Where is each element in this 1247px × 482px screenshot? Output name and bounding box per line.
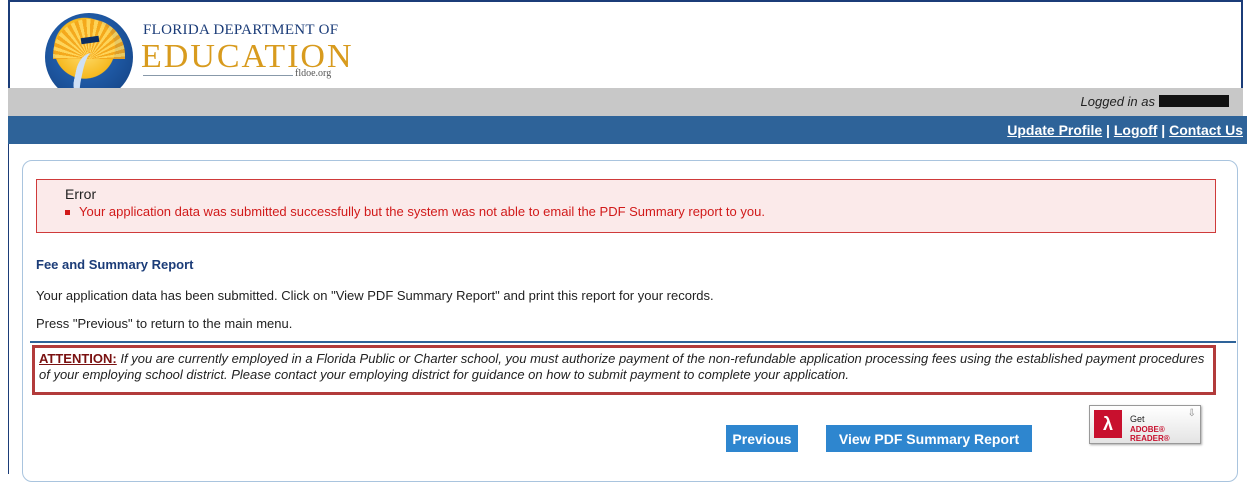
error-box: Error Your application data was submitte…	[36, 179, 1216, 233]
adobe-pdf-icon: λ	[1094, 410, 1122, 438]
attention-label: ATTENTION:	[39, 351, 117, 366]
nav-bar: Update Profile | Logoff | Contact Us	[8, 116, 1247, 144]
attention-text: If you are currently employed in a Flori…	[39, 351, 1205, 382]
previous-instructions-text: Press "Previous" to return to the main m…	[36, 316, 293, 331]
adobe-get-label: Get	[1130, 414, 1145, 424]
view-pdf-summary-button[interactable]: View PDF Summary Report	[826, 425, 1032, 452]
get-adobe-reader-badge[interactable]: λ Get ADOBE® READER® ⇩	[1089, 405, 1201, 444]
previous-button[interactable]: Previous	[726, 425, 798, 452]
instructions-text: Your application data has been submitted…	[36, 288, 714, 303]
section-title: Fee and Summary Report	[36, 257, 194, 272]
logo-title-line1: FLORIDA DEPARTMENT OF	[143, 22, 339, 38]
logged-in-label: Logged in as	[1080, 94, 1155, 109]
logoff-link[interactable]: Logoff	[1114, 122, 1158, 138]
update-profile-link[interactable]: Update Profile	[1007, 122, 1102, 138]
download-arrow-icon: ⇩	[1187, 408, 1196, 419]
nav-separator: |	[1102, 122, 1114, 138]
logged-in-status: Logged in as	[1081, 94, 1229, 109]
error-message: Your application data was submitted succ…	[65, 204, 765, 219]
logo-divider	[143, 75, 293, 76]
user-bar: Logged in as	[8, 88, 1243, 116]
logo-url: fldoe.org	[295, 68, 332, 79]
adobe-reader-label: ADOBE® READER®	[1130, 425, 1170, 443]
error-title: Error	[65, 186, 97, 202]
attention-notice: ATTENTION: If you are currently employed…	[32, 345, 1216, 395]
nav-links: Update Profile | Logoff | Contact Us	[1007, 122, 1243, 138]
nav-separator: |	[1157, 122, 1170, 138]
redacted-username	[1159, 95, 1229, 107]
contact-us-link[interactable]: Contact Us	[1169, 122, 1243, 138]
section-divider	[30, 341, 1236, 343]
site-header: FLORIDA DEPARTMENT OF EDUCATION fldoe.or…	[8, 0, 1243, 101]
